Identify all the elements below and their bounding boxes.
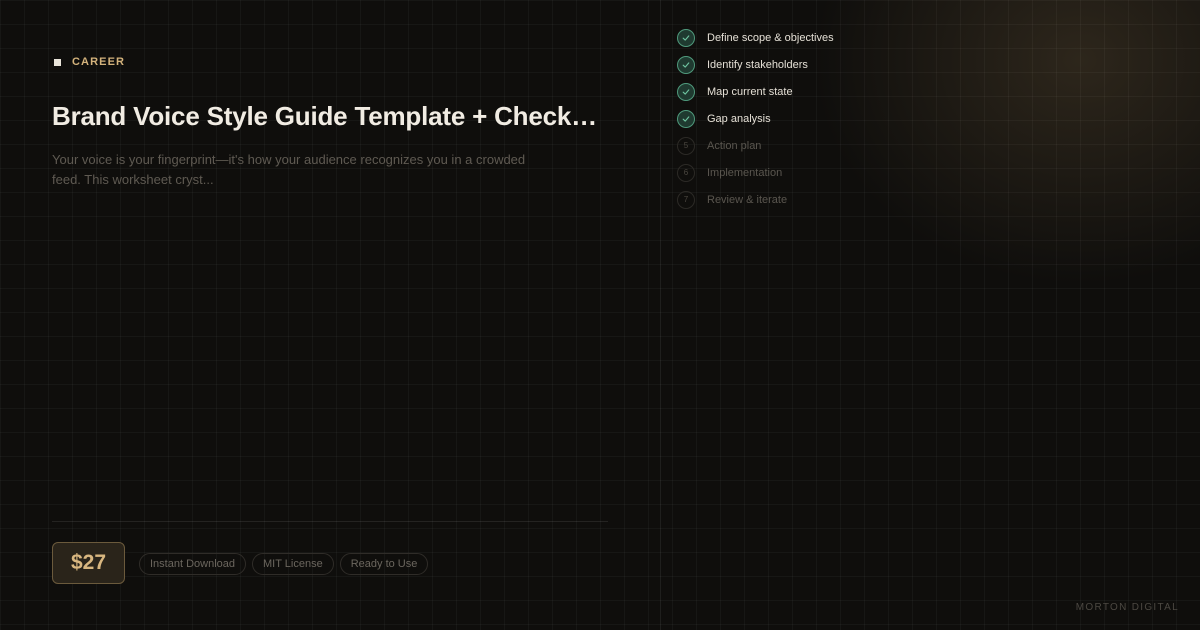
square-icon	[54, 58, 61, 66]
checkmark-icon	[677, 109, 695, 128]
checklist-item-label: Define scope & objectives	[707, 31, 834, 44]
checklist-item-label: Action plan	[707, 139, 762, 152]
product-description: Your voice is your fingerprint—it's how …	[52, 152, 526, 187]
product-title: Brand Voice Style Guide Template + Check…	[52, 101, 597, 131]
horizontal-divider	[52, 521, 608, 522]
step-number: 7	[683, 195, 689, 204]
vertical-divider	[660, 0, 661, 630]
checklist-item-action-plan: 5 Action plan	[677, 132, 834, 159]
checkmark-icon	[677, 28, 695, 47]
step-number-badge: 7	[677, 190, 695, 209]
step-number: 6	[683, 168, 689, 177]
step-number-badge: 5	[677, 136, 695, 155]
checklist-item-label: Gap analysis	[707, 112, 771, 125]
checkmark-icon	[677, 82, 695, 101]
product-card: CAREER Brand Voice Style Guide Template …	[0, 0, 1200, 630]
tag-mit-license: MIT License	[252, 553, 334, 575]
category-label: CAREER	[72, 56, 126, 68]
step-number-badge: 6	[677, 163, 695, 182]
checklist-item-review-iterate: 7 Review & iterate	[677, 186, 834, 213]
checklist: Define scope & objectives Identify stake…	[677, 24, 834, 213]
brand-name: MORTON DIGITAL	[1075, 602, 1179, 613]
background-grid	[0, 0, 1200, 630]
checklist-item-gap-analysis: Gap analysis	[677, 105, 834, 132]
checklist-item-label: Identify stakeholders	[707, 58, 808, 71]
tag-instant-download: Instant Download	[139, 553, 246, 575]
tag-ready-to-use: Ready to Use	[339, 553, 429, 575]
step-number: 5	[683, 141, 689, 150]
checklist-item-define-scope: Define scope & objectives	[677, 24, 834, 51]
checklist-item-identify-stakeholders: Identify stakeholders	[677, 51, 834, 78]
feature-tags: Instant Download MIT License Ready to Us…	[139, 553, 429, 575]
checklist-item-label: Review & iterate	[707, 193, 788, 206]
checklist-item-label: Map current state	[707, 85, 793, 98]
price-badge: $27	[52, 542, 125, 584]
checklist-item-map-current-state: Map current state	[677, 78, 834, 105]
price: $27	[70, 551, 107, 574]
checklist-item-label: Implementation	[707, 166, 783, 179]
checklist-item-implementation: 6 Implementation	[677, 159, 834, 186]
checkmark-icon	[677, 55, 695, 74]
category-label-group: CAREER	[54, 56, 125, 68]
